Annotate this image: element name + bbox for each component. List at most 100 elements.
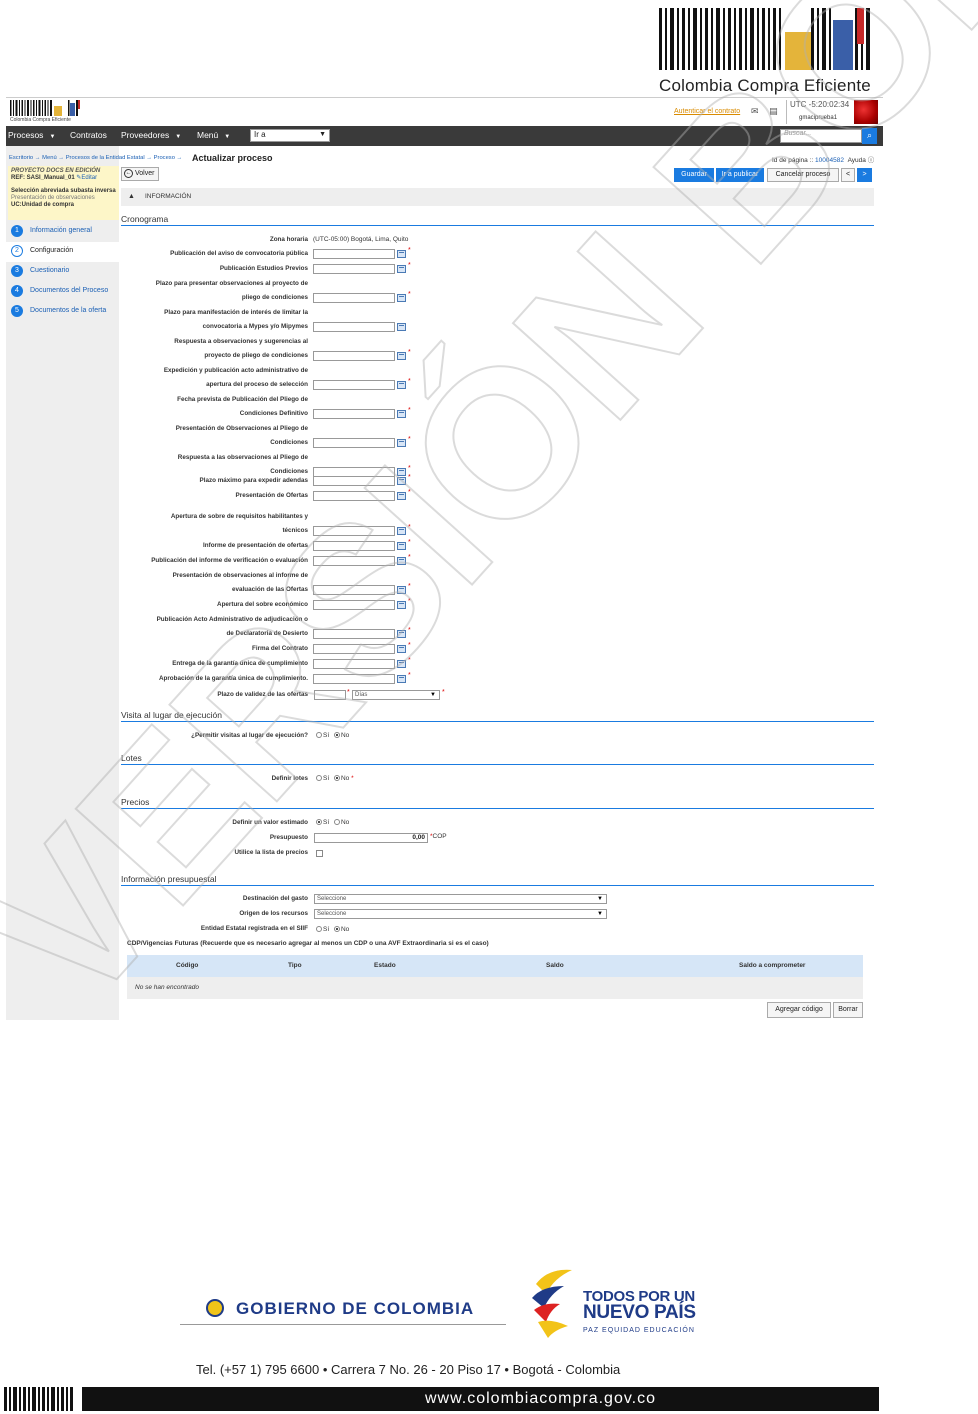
avatar[interactable] bbox=[854, 100, 878, 124]
add-code-button[interactable]: Agregar código bbox=[767, 1002, 831, 1018]
step-informacion-general[interactable]: 1 Información general bbox=[6, 222, 119, 242]
date-input[interactable] bbox=[313, 659, 395, 669]
price-list-checkbox[interactable] bbox=[316, 850, 323, 857]
date-input[interactable] bbox=[313, 644, 395, 654]
required-mark: * bbox=[408, 554, 411, 561]
section-precios: Precios bbox=[121, 797, 874, 809]
destino-label: Destinación del gasto bbox=[242, 895, 308, 902]
footer-website[interactable]: www.colombiacompra.gov.co bbox=[82, 1387, 879, 1411]
validity-unit-select[interactable]: Días ▼ bbox=[352, 690, 440, 700]
calendar-icon[interactable] bbox=[397, 410, 406, 418]
search-input[interactable]: Buscar... bbox=[780, 129, 862, 143]
date-input[interactable] bbox=[313, 541, 395, 551]
calendar-icon[interactable]: ▤ bbox=[769, 106, 778, 116]
edit-link[interactable]: ✎Editar bbox=[76, 175, 97, 181]
estimate-radio[interactable]: Sí No bbox=[316, 819, 349, 826]
breadcrumb[interactable]: Escritorio → Menú → Procesos de la Entid… bbox=[9, 155, 182, 161]
schedule-label: Fecha prevista de Publicación del Pliego… bbox=[177, 396, 308, 417]
destino-select[interactable]: Seleccione ▼ bbox=[314, 894, 607, 904]
next-button[interactable]: > bbox=[857, 168, 872, 182]
calendar-icon[interactable] bbox=[397, 250, 406, 258]
nav-contratos[interactable]: Contratos bbox=[70, 130, 107, 140]
budget-input[interactable]: 0,00 bbox=[314, 833, 428, 843]
nav-proveedores[interactable]: Proveedores ▼ bbox=[121, 130, 181, 140]
origen-select[interactable]: Seleccione ▼ bbox=[314, 909, 607, 919]
step-documentos-oferta[interactable]: 5 Documentos de la oferta bbox=[6, 302, 119, 322]
calendar-icon[interactable] bbox=[397, 645, 406, 653]
date-input[interactable] bbox=[313, 476, 395, 486]
table-row: No se han encontrado bbox=[127, 977, 863, 999]
info-collapse-bar[interactable]: ▲ INFORMACIÓN bbox=[121, 188, 874, 206]
calendar-icon[interactable] bbox=[397, 492, 406, 500]
date-input[interactable] bbox=[313, 351, 395, 361]
date-input[interactable] bbox=[313, 526, 395, 536]
calendar-icon[interactable] bbox=[397, 477, 406, 485]
calendar-icon[interactable] bbox=[397, 675, 406, 683]
schedule-label: Aprobación de la garantía única de cumpl… bbox=[158, 675, 308, 682]
calendar-icon[interactable] bbox=[397, 557, 406, 565]
save-button[interactable]: Guardar bbox=[674, 168, 714, 182]
calendar-icon[interactable] bbox=[397, 601, 406, 609]
required-mark: * bbox=[408, 465, 411, 472]
date-input[interactable] bbox=[313, 585, 395, 595]
schedule-label: Publicación del informe de verificación … bbox=[151, 557, 308, 564]
siif-radio[interactable]: Sí No bbox=[316, 926, 349, 933]
calendar-icon[interactable] bbox=[397, 352, 406, 360]
calendar-icon[interactable] bbox=[397, 265, 406, 273]
username[interactable]: gmaciprueba1 bbox=[799, 115, 837, 121]
required-mark: * bbox=[408, 598, 411, 605]
goto-select[interactable]: Ir a ▼ bbox=[250, 129, 330, 142]
date-input[interactable] bbox=[313, 438, 395, 448]
cancel-process-button[interactable]: Cancelar proceso bbox=[767, 168, 839, 182]
radio-si bbox=[316, 775, 322, 782]
nav-menu[interactable]: Menú ▼ bbox=[197, 130, 230, 140]
date-input[interactable] bbox=[313, 491, 395, 501]
calendar-icon[interactable] bbox=[397, 323, 406, 331]
colombia-compra-logo: Colombia Compra Eficiente bbox=[655, 8, 877, 95]
calendar-icon[interactable] bbox=[397, 439, 406, 447]
date-input[interactable] bbox=[313, 556, 395, 566]
date-input[interactable] bbox=[313, 380, 395, 390]
calendar-icon[interactable] bbox=[397, 381, 406, 389]
step-configuracion[interactable]: 2 Configuración bbox=[6, 242, 119, 262]
calendar-icon[interactable] bbox=[397, 527, 406, 535]
date-input[interactable] bbox=[313, 249, 395, 259]
app-barcode-logo-icon bbox=[10, 100, 80, 116]
date-input[interactable] bbox=[313, 409, 395, 419]
date-input[interactable] bbox=[313, 674, 395, 684]
timezone-value: (UTC-05:00) Bogotá, Lima, Quito bbox=[313, 236, 409, 243]
calendar-icon[interactable] bbox=[397, 542, 406, 550]
date-input[interactable] bbox=[313, 600, 395, 610]
mail-icon[interactable]: ✉ bbox=[751, 106, 759, 116]
nav-procesos[interactable]: Procesos ▼ bbox=[8, 130, 55, 140]
utc-box: UTC -5:20:02:34 gmaciprueba1 bbox=[786, 100, 852, 124]
delete-button[interactable]: Borrar bbox=[833, 1002, 863, 1018]
authenticate-contract-link[interactable]: Autenticar el contrato bbox=[674, 108, 740, 115]
visits-radio[interactable]: Sí No bbox=[316, 732, 349, 739]
date-input[interactable] bbox=[313, 264, 395, 274]
lots-radio[interactable]: Sí No * bbox=[316, 775, 354, 782]
chevron-down-icon: ▼ bbox=[597, 896, 603, 902]
search-icon[interactable]: ⌕ bbox=[862, 128, 877, 144]
calendar-icon[interactable] bbox=[397, 468, 406, 476]
slogan-line3: PAZ EQUIDAD EDUCACIÓN bbox=[583, 1327, 695, 1334]
calendar-icon[interactable] bbox=[397, 630, 406, 638]
date-input[interactable] bbox=[313, 293, 395, 303]
table-header: Código Tipo Estado Saldo Saldo a comprom… bbox=[127, 955, 863, 977]
publish-button[interactable]: Ir a publicar bbox=[716, 168, 764, 182]
prev-button[interactable]: < bbox=[841, 168, 855, 182]
date-input[interactable] bbox=[313, 322, 395, 332]
step-documentos-proceso[interactable]: 4 Documentos del Proceso bbox=[6, 282, 119, 302]
help-link[interactable]: Ayuda bbox=[848, 157, 866, 164]
step-cuestionario[interactable]: 3 Cuestionario bbox=[6, 262, 119, 282]
contact-info: Tel. (+57 1) 795 6600 • Carrera 7 No. 26… bbox=[196, 1362, 621, 1377]
help-icon[interactable]: ⓘ bbox=[868, 157, 875, 164]
required-mark: * bbox=[442, 689, 445, 696]
date-input[interactable] bbox=[313, 629, 395, 639]
back-button[interactable]: ← Volver bbox=[121, 167, 159, 181]
calendar-icon[interactable] bbox=[397, 660, 406, 668]
calendar-icon[interactable] bbox=[397, 586, 406, 594]
required-mark: * bbox=[408, 291, 411, 298]
validity-input[interactable] bbox=[314, 690, 346, 700]
calendar-icon[interactable] bbox=[397, 294, 406, 302]
